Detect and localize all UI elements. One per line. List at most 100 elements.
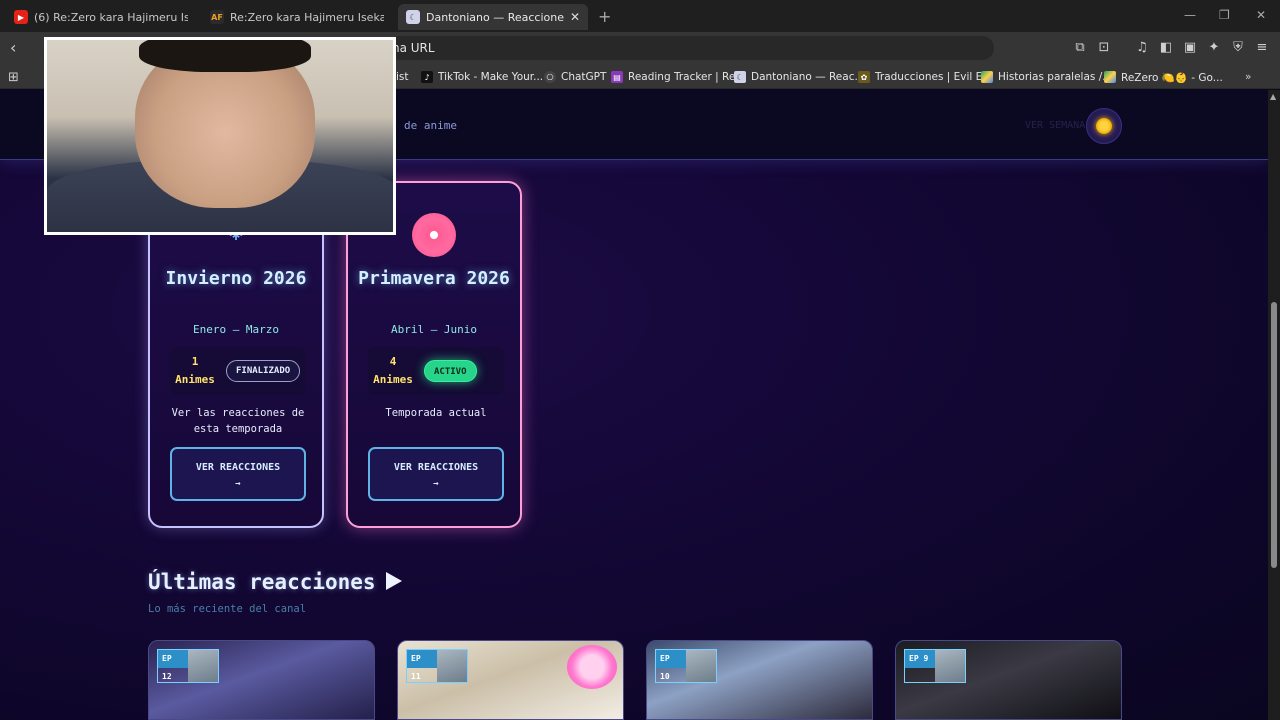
season-stats: 1 Animes FINALIZADO [170,347,306,395]
play-icon [385,572,402,590]
back-icon[interactable]: ‹ [10,38,16,57]
tab-title: Dantoniano — Reacciones de An [426,10,564,24]
tab-title: Re:Zero kara Hajimeru Isekai Seikatsu [230,10,384,24]
anime-count: 1 Animes [172,353,218,389]
site-subtitle: de anime [404,119,457,132]
apps-grid-icon[interactable]: ⊞ [8,69,19,85]
season-months: Enero — Marzo [192,323,280,336]
bookmark-item[interactable]: ☾ Dantoniano — Reac... [734,69,864,85]
drive-icon [1104,71,1116,83]
anime-count: 4 Animes [370,353,416,389]
chatgpt-icon: ⎔ [544,71,556,83]
episode-badge: EP 12 [157,649,219,683]
section-subtitle: Lo más reciente del canal [148,603,307,615]
bookmark-item[interactable]: ▤ Reading Tracker | Re... [611,69,745,85]
music-icon[interactable]: ♫ [1133,39,1151,57]
ai-icon[interactable]: ✦ [1205,39,1223,57]
reactor-thumbnail [686,650,716,682]
sidebar-icon[interactable]: ◧ [1157,39,1175,57]
bookmark-label: TikTok - Make Your... [438,71,544,83]
section-title: Últimas reacciones [148,570,402,594]
webcam-hair [139,40,311,72]
site-favicon: ☾ [406,10,420,24]
bookmark-label: Traducciones | Evil E... [875,71,993,83]
episode-card[interactable]: EP 12 [148,640,375,720]
maximize-icon[interactable]: ❐ [1219,8,1230,22]
bookmark-item[interactable]: ⎔ ChatGPT [544,69,606,85]
menu-icon[interactable]: ≡ [1253,39,1271,57]
bookmark-label: Dantoniano — Reac... [751,71,865,83]
shield-icon[interactable]: ⛨ [1229,39,1247,57]
animeflv-icon: AF [210,10,224,24]
bookmark-item[interactable]: ist [396,69,409,85]
season-description: Ver las reacciones de esta temporada [171,407,305,435]
arrow-right-icon: → [235,479,241,489]
season-description: Temporada actual [385,407,487,419]
page-scrollbar[interactable]: ▲ [1268,90,1280,720]
wallet-icon[interactable]: ▣ [1181,39,1199,57]
bookmark-label: Reading Tracker | Re... [628,71,746,83]
tab-animeflv[interactable]: AF Re:Zero kara Hajimeru Isekai Seikatsu [202,4,392,30]
reactor-thumbnail [437,650,467,682]
bookmark-item[interactable]: ReZero 🍋👶 - Go... [1104,69,1223,85]
close-tab-icon[interactable]: ✕ [570,10,580,24]
scroll-thumb[interactable] [1271,302,1277,568]
bookmark-label: ist [396,71,409,83]
section-title-text: Últimas reacciones [148,570,376,594]
episode-badge: EP 11 [406,649,468,683]
bookmark-item[interactable]: Historias paralelas /... [981,69,1112,85]
cta-label: VER REACCIONES [195,462,281,473]
bookmark-item[interactable]: ✿ Traducciones | Evil E... [858,69,992,85]
tab-dantoniano[interactable]: ☾ Dantoniano — Reacciones de An ✕ [398,4,588,30]
header-link[interactable]: VER SEMANA [1025,120,1085,131]
bookmark-item[interactable]: ♪ TikTok - Make Your... [421,69,543,85]
bookmark-label: ReZero 🍋👶 - Go... [1121,71,1223,84]
season-name: Invierno 2026 [165,268,307,289]
heart-icon [567,645,617,689]
minimize-icon[interactable]: — [1184,8,1196,22]
cta-label: VER REACCIONES [393,462,479,473]
screenshot-icon[interactable]: ⊡ [1095,39,1113,57]
season-stats: 4 Animes ACTIVO [368,347,504,395]
status-badge: ACTIVO [424,360,477,382]
bookmark-label: Historias paralelas /... [998,71,1113,83]
scroll-up-icon[interactable]: ▲ [1270,92,1276,101]
reactor-thumbnail [188,650,218,682]
season-months: Abril — Junio [390,323,478,336]
view-reactions-button[interactable]: VER REACCIONES → [368,447,504,501]
arrow-right-icon: → [433,479,439,489]
more-bookmarks-icon[interactable]: » [1245,69,1251,85]
episode-card[interactable]: EP 10 [646,640,873,720]
episode-label: EP 12 [158,650,188,681]
anime-count-number: 4 [389,355,397,368]
episode-badge: EP 10 [655,649,717,683]
new-tab-icon[interactable]: + [598,7,611,26]
drive-icon [981,71,993,83]
evil-icon: ✿ [858,71,870,83]
sun-icon [1096,118,1112,134]
tiktok-icon: ♪ [421,71,433,83]
episode-label: EP 9 [905,650,935,668]
season-name: Primavera 2026 [358,268,510,289]
youtube-icon: ▶ [14,10,28,24]
episode-card[interactable]: EP 9 [895,640,1122,720]
close-window-icon[interactable]: ✕ [1256,8,1266,22]
tab-youtube[interactable]: ▶ (6) Re:Zero kara Hajimeru Isekai Seik [6,4,196,30]
episode-card[interactable]: EP 11 [397,640,624,720]
view-reactions-button[interactable]: VER REACCIONES → [170,447,306,501]
bookmark-label: ChatGPT [561,71,607,83]
tracker-icon: ▤ [611,71,623,83]
episode-label: EP 10 [656,650,686,681]
episode-label: EP 11 [407,650,437,681]
site-favicon: ☾ [734,71,746,83]
webcam-overlay [44,37,396,235]
tab-title: (6) Re:Zero kara Hajimeru Isekai Seik [34,10,188,24]
reactor-thumbnail [935,650,965,682]
extensions-icon[interactable]: ⧉ [1071,39,1089,57]
status-badge: FINALIZADO [226,360,301,382]
anime-count-label: Animes [175,373,215,386]
theme-toggle-button[interactable] [1086,108,1122,144]
address-bar[interactable]: na URL [388,36,994,60]
tab-strip: ▶ (6) Re:Zero kara Hajimeru Isekai Seik … [0,0,1280,32]
anime-count-number: 1 [191,355,199,368]
